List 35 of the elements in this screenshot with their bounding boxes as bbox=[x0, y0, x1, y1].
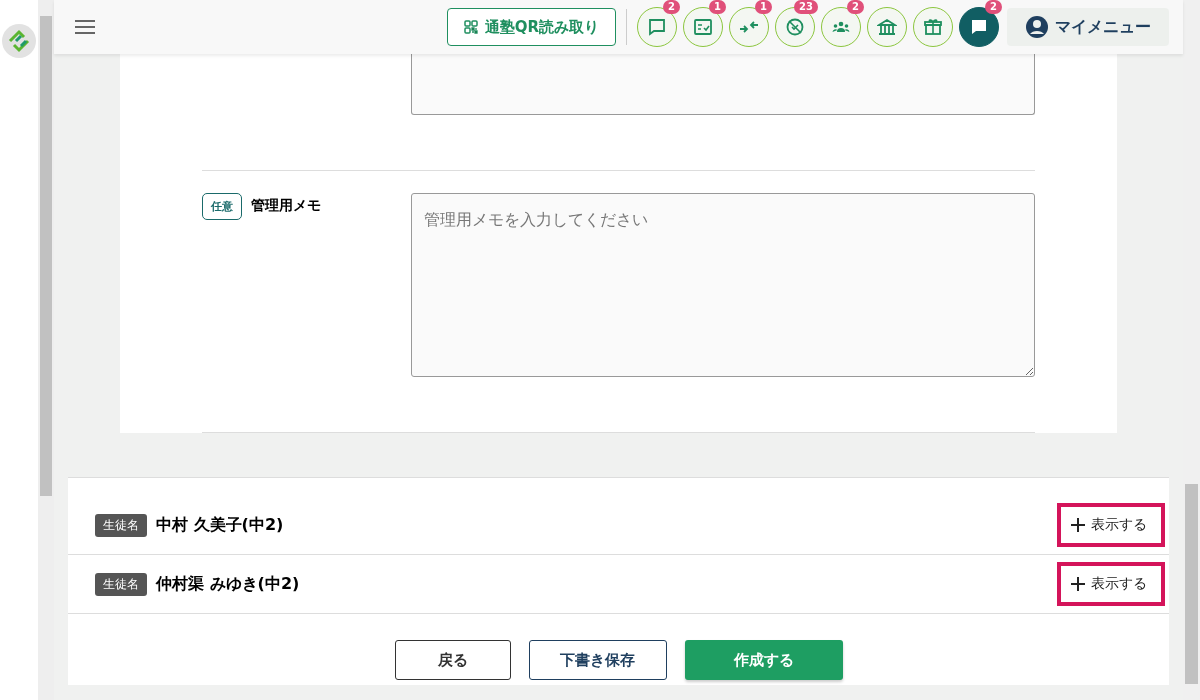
menu-icon[interactable] bbox=[74, 19, 96, 35]
building-icon bbox=[877, 17, 897, 37]
school-button[interactable] bbox=[867, 7, 907, 47]
back-button[interactable]: 戻る bbox=[394, 640, 511, 680]
plus-icon bbox=[1071, 577, 1085, 591]
notification-badge: 23 bbox=[794, 0, 818, 14]
optional-tag: 任意 bbox=[202, 193, 242, 220]
notification-badge: 2 bbox=[663, 0, 680, 14]
notification-badge: 1 bbox=[709, 0, 726, 14]
logo-icon[interactable] bbox=[2, 24, 36, 58]
field-label: 管理用メモ bbox=[251, 196, 321, 215]
user-avatar-icon bbox=[1025, 15, 1049, 39]
student-name: 中村 久美子(中2) bbox=[156, 514, 284, 536]
notification-badge: 2 bbox=[847, 0, 864, 14]
gift-icon bbox=[923, 17, 943, 37]
qr-code-icon bbox=[463, 20, 478, 34]
notification-badge: 1 bbox=[755, 0, 772, 14]
student-name-tag: 生徒名 bbox=[95, 513, 147, 537]
chat-bubble-icon bbox=[647, 17, 667, 37]
draft-button[interactable]: 下書き保存 bbox=[528, 640, 667, 680]
student-name: 仲村渠 みゆき(中2) bbox=[156, 573, 300, 595]
qr-scan-button[interactable]: 通塾QR読み取り bbox=[446, 8, 616, 46]
chat-bubble-icon bbox=[969, 17, 989, 37]
student-name-tag: 生徒名 bbox=[95, 572, 147, 596]
plus-icon bbox=[1071, 518, 1085, 532]
show-toggle-button[interactable]: 表示する bbox=[1057, 503, 1165, 547]
my-menu-button[interactable]: マイメニュー bbox=[1007, 8, 1169, 46]
gift-button[interactable] bbox=[913, 7, 953, 47]
notification-badge: 2 bbox=[985, 0, 1002, 14]
memo-text-area[interactable]: 管理用メモを入力してください bbox=[411, 193, 1035, 377]
no-entry-icon bbox=[785, 17, 805, 37]
checklist-icon bbox=[693, 17, 713, 37]
scrollbar[interactable] bbox=[1183, 0, 1200, 700]
show-toggle-button[interactable]: 表示する bbox=[1057, 562, 1165, 606]
scrollbar[interactable] bbox=[38, 0, 54, 700]
